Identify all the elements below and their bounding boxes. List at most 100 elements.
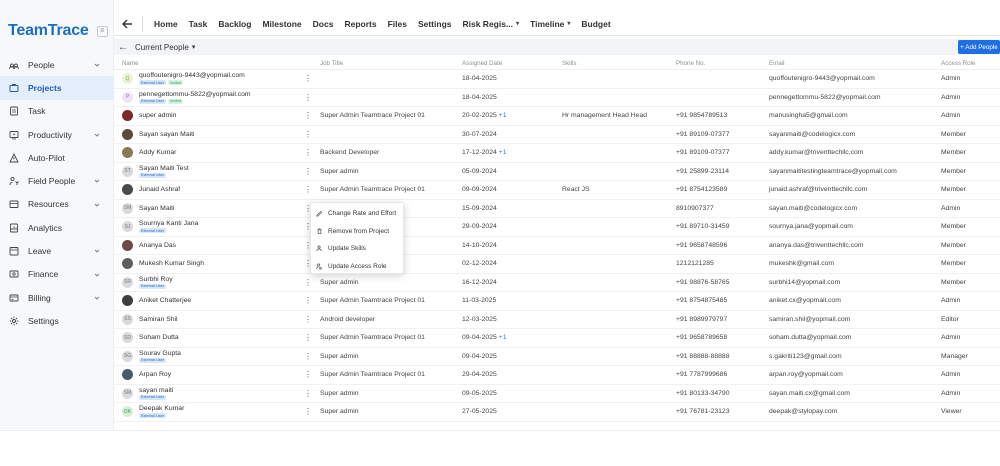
email-cell: ananya.das@triventtechllc.com — [769, 241, 864, 249]
tab-backlog[interactable]: Backlog — [218, 19, 251, 29]
column-header-skills[interactable]: Skills — [562, 56, 672, 70]
access-role-cell: Viewer — [941, 408, 962, 416]
tab-timeline[interactable]: Timeline ▾ — [530, 19, 570, 29]
sidebar-item-label: Task — [28, 106, 46, 117]
table-row[interactable]: Mukesh Kumar Singh ⋮ 02-12-2024 1212121285 m… — [114, 255, 1000, 274]
sidebar-item-label: Settings — [28, 315, 59, 326]
tab-docs[interactable]: Docs — [313, 19, 334, 29]
column-header-access-role[interactable]: Access Role — [941, 56, 1000, 70]
sidebar-item-auto-pilot[interactable]: Auto-Pilot — [0, 146, 114, 169]
project-tabs: Home Task Backlog Milestone Docs Reports Files… — [154, 19, 622, 29]
table-row[interactable]: Ananya Das ⋮ 14-10-2024 +91 9658748596 anany… — [114, 237, 1000, 255]
table-row[interactable]: SM Sayan Maiti ⋮ 15-09-2024 8910907377 sayan.… — [114, 200, 1000, 218]
sidebar-item-projects[interactable]: Projects — [0, 76, 114, 100]
tab-label: Backlog — [218, 18, 252, 29]
row-menu-kebab-icon[interactable]: ⋮ — [304, 126, 312, 144]
menu-item-change-rate-and-effort[interactable]: Change Rate and Effort — [311, 205, 403, 223]
sidebar-item-task[interactable]: Task — [0, 100, 114, 123]
table-row[interactable]: SM sayan maiti External User ⋮ Super admin 09… — [114, 385, 1000, 403]
more-dates-count[interactable]: +1 — [499, 112, 507, 119]
name-wrap: Surbhi Roy External User — [139, 276, 173, 289]
sidebar-item-field-people[interactable]: Field People — [0, 169, 114, 192]
avatar: SR — [122, 276, 133, 288]
table-row[interactable]: SJ Sournya Kanti Jana External User ⋮ 29-09-… — [114, 218, 1000, 237]
table-row[interactable]: Arpan Roy ⋮ Super Admin Teamtrace Project … — [114, 366, 1000, 385]
row-menu-kebab-icon[interactable]: ⋮ — [304, 329, 312, 347]
name-cell: Junaid Ashraf — [122, 181, 302, 199]
sidebar-item-label: People — [28, 59, 55, 70]
table-row[interactable]: ST Sayan Maiti Test External User ⋮ Super ad… — [114, 163, 1000, 181]
skills-cell — [562, 163, 672, 181]
sidebar-item-resources[interactable]: Resources — [0, 193, 114, 216]
row-menu-kebab-icon[interactable]: ⋮ — [304, 163, 312, 181]
row-menu-kebab-icon[interactable]: ⋮ — [304, 274, 312, 292]
sidebar-item-analytics[interactable]: Analytics — [0, 216, 114, 239]
name-wrap: Sournya Kanti Jana External User — [139, 220, 198, 234]
row-menu-kebab-icon[interactable]: ⋮ — [304, 144, 312, 162]
tab-home[interactable]: Home — [154, 19, 178, 29]
sidebar-item-billing[interactable]: Billing — [0, 286, 114, 309]
row-menu-kebab-icon[interactable]: ⋮ — [304, 181, 312, 199]
tab-task[interactable]: Task — [189, 19, 208, 29]
tab-budget[interactable]: Budget — [581, 19, 610, 29]
menu-item-update-access-role[interactable]: Update Access Role — [311, 258, 403, 276]
current-people-dropdown[interactable]: Current People ▾ — [135, 43, 195, 52]
sidebar-item-productivity[interactable]: Productivity — [0, 123, 114, 146]
column-header-email[interactable]: Email — [769, 56, 939, 70]
table-row[interactable]: DK Deepak Kumar External User ⋮ Super admin 2… — [114, 403, 1000, 422]
skills-cell: React JS — [562, 186, 590, 194]
phone-cell: +91 89710-31459 — [676, 223, 730, 231]
menu-item-remove-from-project[interactable]: Remove from Project — [311, 223, 403, 241]
row-menu-kebab-icon[interactable]: ⋮ — [304, 403, 312, 421]
sidebar-item-finance[interactable]: Finance — [0, 263, 114, 286]
table-row[interactable]: SD Soham Dutta ⋮ Super Admin Teamtrace Proj… — [114, 329, 1000, 348]
column-header-name[interactable]: Name — [122, 56, 302, 70]
column-header-phone-no[interactable]: Phone No. — [676, 56, 766, 70]
sidebar-item-people[interactable]: People — [0, 53, 114, 76]
table-row[interactable]: Junaid Ashraf ⋮ Super Admin Teamtrace Proj… — [114, 181, 1000, 200]
table-row[interactable]: Ppennegettommu-5822@yopmail.com External … — [114, 89, 1000, 107]
brand: TeamTrace ≡ — [8, 21, 108, 41]
avatar: SM — [122, 202, 133, 214]
table-row[interactable]: super admin ⋮ Super Admin Teamtrace Projec… — [114, 107, 1000, 126]
row-menu-kebab-icon[interactable]: ⋮ — [304, 70, 312, 88]
phone-cell: +91 80133-34790 — [676, 389, 730, 397]
analytics-icon — [9, 223, 19, 233]
assigned-date: 09-09-2024 — [462, 186, 497, 194]
tab-settings[interactable]: Settings — [418, 19, 452, 29]
tab-milestone[interactable]: Milestone — [262, 19, 301, 29]
row-menu-kebab-icon[interactable]: ⋮ — [304, 311, 312, 329]
sidebar-toggle-icon[interactable]: ≡ — [96, 25, 108, 37]
back-arrow-icon[interactable] — [120, 17, 134, 31]
assigned-date: 14-10-2024 — [462, 241, 497, 249]
sub-back-arrow-icon[interactable]: ← — [118, 42, 128, 53]
tab-reports[interactable]: Reports — [344, 19, 376, 29]
row-menu-kebab-icon[interactable]: ⋮ — [304, 385, 312, 403]
more-dates-count[interactable]: +1 — [499, 334, 507, 341]
row-menu-kebab-icon[interactable]: ⋮ — [304, 348, 312, 366]
menu-item-update-skills[interactable]: Update Skills — [311, 240, 403, 258]
more-dates-count[interactable]: +1 — [499, 149, 507, 156]
column-header-assigned-date[interactable]: Assigned Date — [462, 56, 552, 70]
table-row[interactable]: SG Sourav Gupta External User ⋮ Super admin 0… — [114, 348, 1000, 366]
email-cell: deepak@stylopay.com — [769, 408, 838, 416]
menu-item-label: Update Access Role — [328, 262, 387, 270]
sidebar-item-leave[interactable]: Leave — [0, 239, 114, 262]
tab-risk-regis[interactable]: Risk Regis... ▾ — [462, 19, 519, 29]
tab-files[interactable]: Files — [388, 19, 407, 29]
table-row[interactable]: Sayan sayan Maiti ⋮ 30-07-2024 +91 89109-07… — [114, 126, 1000, 144]
row-menu-kebab-icon[interactable]: ⋮ — [304, 107, 312, 125]
table-row[interactable]: Addy Kumar ⋮ Backend Developer 17-12-2024 +1… — [114, 144, 1000, 163]
table-row[interactable]: SR Surbhi Roy External User ⋮ Super admin 16-… — [114, 274, 1000, 292]
row-menu-kebab-icon[interactable]: ⋮ — [304, 366, 312, 384]
row-menu-kebab-icon[interactable]: ⋮ — [304, 89, 312, 107]
person-name: Arpan Roy — [139, 371, 172, 379]
table-row[interactable]: SS Samiran Shil ⋮ Android developer 12-03-20… — [114, 311, 1000, 329]
brand-logo[interactable]: TeamTrace — [8, 22, 89, 40]
assigned-date-cell: 20-02-2025 +1 — [462, 107, 552, 125]
table-row[interactable]: Qquoffoutenigro-9443@yopmail.com External… — [114, 70, 1000, 89]
add-people-button[interactable]: + Add People — [958, 40, 1000, 54]
row-menu-kebab-icon[interactable]: ⋮ — [304, 292, 312, 310]
table-row[interactable]: Aniket Chatterjee ⋮ Super Admin Teamtrace … — [114, 292, 1000, 311]
sidebar-item-settings[interactable]: Settings — [0, 309, 114, 332]
